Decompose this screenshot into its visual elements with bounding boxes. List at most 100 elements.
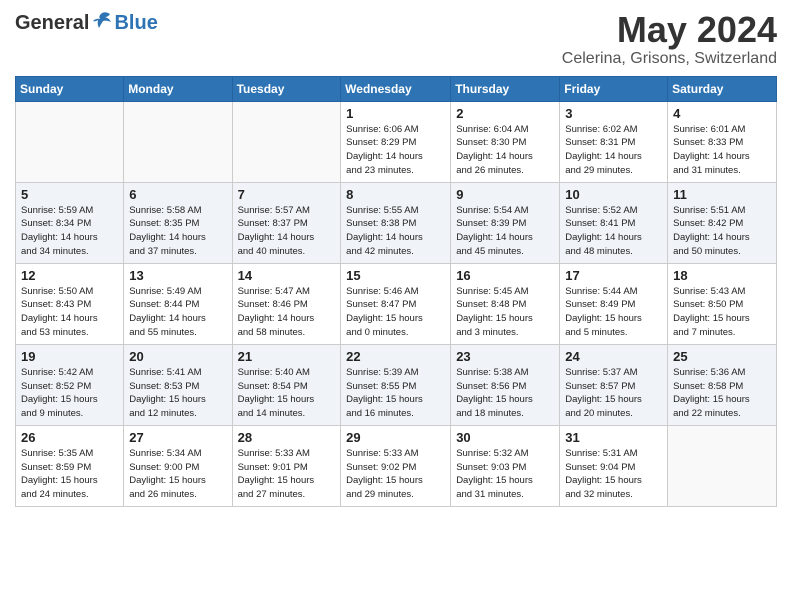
calendar-cell: 10 Sunrise: 5:52 AM Sunset: 8:41 PM Dayli… xyxy=(560,182,668,263)
day-info: Sunrise: 5:38 AM Sunset: 8:56 PM Dayligh… xyxy=(456,366,554,421)
day-number: 9 xyxy=(456,187,554,202)
day-number: 23 xyxy=(456,349,554,364)
day-info: Sunrise: 6:06 AM Sunset: 8:29 PM Dayligh… xyxy=(346,123,445,178)
calendar-cell: 27 Sunrise: 5:34 AM Sunset: 9:00 PM Dayli… xyxy=(124,425,232,506)
day-info: Sunrise: 5:33 AM Sunset: 9:01 PM Dayligh… xyxy=(238,447,336,502)
calendar-cell: 11 Sunrise: 5:51 AM Sunset: 8:42 PM Dayli… xyxy=(668,182,777,263)
calendar-cell: 5Sunrise: 5:59 AM Sunset: 8:34 PM Daylig… xyxy=(16,182,124,263)
day-number: 2 xyxy=(456,106,554,121)
calendar-cell: 21 Sunrise: 5:40 AM Sunset: 8:54 PM Dayli… xyxy=(232,344,341,425)
calendar-cell: 14 Sunrise: 5:47 AM Sunset: 8:46 PM Dayli… xyxy=(232,263,341,344)
day-info: Sunrise: 5:31 AM Sunset: 9:04 PM Dayligh… xyxy=(565,447,662,502)
day-info: Sunrise: 5:58 AM Sunset: 8:35 PM Dayligh… xyxy=(129,204,226,259)
day-number: 20 xyxy=(129,349,226,364)
calendar-cell: 16Sunrise: 5:45 AM Sunset: 8:48 PM Dayli… xyxy=(451,263,560,344)
calendar-cell xyxy=(232,101,341,182)
day-info: Sunrise: 5:44 AM Sunset: 8:49 PM Dayligh… xyxy=(565,285,662,340)
calendar-cell: 26Sunrise: 5:35 AM Sunset: 8:59 PM Dayli… xyxy=(16,425,124,506)
calendar-cell: 23 Sunrise: 5:38 AM Sunset: 8:56 PM Dayli… xyxy=(451,344,560,425)
calendar-cell: 19 Sunrise: 5:42 AM Sunset: 8:52 PM Dayli… xyxy=(16,344,124,425)
day-number: 1 xyxy=(346,106,445,121)
day-info: Sunrise: 5:54 AM Sunset: 8:39 PM Dayligh… xyxy=(456,204,554,259)
calendar-cell xyxy=(16,101,124,182)
day-number: 27 xyxy=(129,430,226,445)
calendar-cell: 12Sunrise: 5:50 AM Sunset: 8:43 PM Dayli… xyxy=(16,263,124,344)
calendar-cell: 9 Sunrise: 5:54 AM Sunset: 8:39 PM Daylig… xyxy=(451,182,560,263)
day-info: Sunrise: 5:43 AM Sunset: 8:50 PM Dayligh… xyxy=(673,285,771,340)
calendar-week-row: 5Sunrise: 5:59 AM Sunset: 8:34 PM Daylig… xyxy=(16,182,777,263)
day-info: Sunrise: 5:57 AM Sunset: 8:37 PM Dayligh… xyxy=(238,204,336,259)
day-info: Sunrise: 5:36 AM Sunset: 8:58 PM Dayligh… xyxy=(673,366,771,421)
day-info: Sunrise: 5:34 AM Sunset: 9:00 PM Dayligh… xyxy=(129,447,226,502)
calendar-cell: 13 Sunrise: 5:49 AM Sunset: 8:44 PM Dayli… xyxy=(124,263,232,344)
day-number: 18 xyxy=(673,268,771,283)
day-info: Sunrise: 5:37 AM Sunset: 8:57 PM Dayligh… xyxy=(565,366,662,421)
day-number: 8 xyxy=(346,187,445,202)
day-info: Sunrise: 5:51 AM Sunset: 8:42 PM Dayligh… xyxy=(673,204,771,259)
day-info: Sunrise: 5:46 AM Sunset: 8:47 PM Dayligh… xyxy=(346,285,445,340)
calendar-cell: 6 Sunrise: 5:58 AM Sunset: 8:35 PM Daylig… xyxy=(124,182,232,263)
calendar-day-header: Wednesday xyxy=(341,76,451,101)
calendar-week-row: 26Sunrise: 5:35 AM Sunset: 8:59 PM Dayli… xyxy=(16,425,777,506)
logo-general: General xyxy=(15,12,89,35)
calendar-day-header: Saturday xyxy=(668,76,777,101)
day-number: 14 xyxy=(238,268,336,283)
day-info: Sunrise: 5:59 AM Sunset: 8:34 PM Dayligh… xyxy=(21,204,118,259)
day-info: Sunrise: 5:47 AM Sunset: 8:46 PM Dayligh… xyxy=(238,285,336,340)
day-number: 22 xyxy=(346,349,445,364)
day-number: 4 xyxy=(673,106,771,121)
calendar-day-header: Thursday xyxy=(451,76,560,101)
day-number: 15 xyxy=(346,268,445,283)
day-info: Sunrise: 5:35 AM Sunset: 8:59 PM Dayligh… xyxy=(21,447,118,502)
day-number: 30 xyxy=(456,430,554,445)
day-number: 31 xyxy=(565,430,662,445)
calendar-day-header: Tuesday xyxy=(232,76,341,101)
day-number: 17 xyxy=(565,268,662,283)
calendar-day-header: Friday xyxy=(560,76,668,101)
calendar-cell: 30 Sunrise: 5:32 AM Sunset: 9:03 PM Dayli… xyxy=(451,425,560,506)
day-info: Sunrise: 5:55 AM Sunset: 8:38 PM Dayligh… xyxy=(346,204,445,259)
calendar-cell xyxy=(668,425,777,506)
day-info: Sunrise: 6:01 AM Sunset: 8:33 PM Dayligh… xyxy=(673,123,771,178)
day-info: Sunrise: 5:39 AM Sunset: 8:55 PM Dayligh… xyxy=(346,366,445,421)
day-info: Sunrise: 5:33 AM Sunset: 9:02 PM Dayligh… xyxy=(346,447,445,502)
day-number: 11 xyxy=(673,187,771,202)
day-number: 10 xyxy=(565,187,662,202)
day-info: Sunrise: 5:50 AM Sunset: 8:43 PM Dayligh… xyxy=(21,285,118,340)
header: General Blue May 2024 Celerina, Grisons,… xyxy=(15,10,777,68)
calendar-cell: 22 Sunrise: 5:39 AM Sunset: 8:55 PM Dayli… xyxy=(341,344,451,425)
day-number: 21 xyxy=(238,349,336,364)
calendar-cell: 17 Sunrise: 5:44 AM Sunset: 8:49 PM Dayli… xyxy=(560,263,668,344)
calendar-cell: 2 Sunrise: 6:04 AM Sunset: 8:30 PM Daylig… xyxy=(451,101,560,182)
day-info: Sunrise: 5:32 AM Sunset: 9:03 PM Dayligh… xyxy=(456,447,554,502)
calendar-cell: 15 Sunrise: 5:46 AM Sunset: 8:47 PM Dayli… xyxy=(341,263,451,344)
day-info: Sunrise: 5:45 AM Sunset: 8:48 PM Dayligh… xyxy=(456,285,554,340)
day-info: Sunrise: 5:49 AM Sunset: 8:44 PM Dayligh… xyxy=(129,285,226,340)
day-info: Sunrise: 5:52 AM Sunset: 8:41 PM Dayligh… xyxy=(565,204,662,259)
day-info: Sunrise: 5:40 AM Sunset: 8:54 PM Dayligh… xyxy=(238,366,336,421)
calendar-cell: 24 Sunrise: 5:37 AM Sunset: 8:57 PM Dayli… xyxy=(560,344,668,425)
calendar-cell: 7 Sunrise: 5:57 AM Sunset: 8:37 PM Daylig… xyxy=(232,182,341,263)
day-number: 6 xyxy=(129,187,226,202)
calendar-table: SundayMondayTuesdayWednesdayThursdayFrid… xyxy=(15,76,777,507)
calendar-day-header: Monday xyxy=(124,76,232,101)
day-number: 28 xyxy=(238,430,336,445)
calendar-cell: 1 Sunrise: 6:06 AM Sunset: 8:29 PM Daylig… xyxy=(341,101,451,182)
day-info: Sunrise: 5:42 AM Sunset: 8:52 PM Dayligh… xyxy=(21,366,118,421)
day-info: Sunrise: 5:41 AM Sunset: 8:53 PM Dayligh… xyxy=(129,366,226,421)
day-number: 19 xyxy=(21,349,118,364)
location-title: Celerina, Grisons, Switzerland xyxy=(562,50,777,68)
day-info: Sunrise: 6:02 AM Sunset: 8:31 PM Dayligh… xyxy=(565,123,662,178)
calendar-week-row: 12Sunrise: 5:50 AM Sunset: 8:43 PM Dayli… xyxy=(16,263,777,344)
day-number: 24 xyxy=(565,349,662,364)
day-number: 25 xyxy=(673,349,771,364)
calendar-cell: 29Sunrise: 5:33 AM Sunset: 9:02 PM Dayli… xyxy=(341,425,451,506)
day-number: 13 xyxy=(129,268,226,283)
day-number: 3 xyxy=(565,106,662,121)
calendar-cell: 31 Sunrise: 5:31 AM Sunset: 9:04 PM Dayli… xyxy=(560,425,668,506)
day-info: Sunrise: 6:04 AM Sunset: 8:30 PM Dayligh… xyxy=(456,123,554,178)
calendar-cell: 18 Sunrise: 5:43 AM Sunset: 8:50 PM Dayli… xyxy=(668,263,777,344)
day-number: 7 xyxy=(238,187,336,202)
logo-bird-icon xyxy=(91,10,113,32)
page: General Blue May 2024 Celerina, Grisons,… xyxy=(0,0,792,612)
